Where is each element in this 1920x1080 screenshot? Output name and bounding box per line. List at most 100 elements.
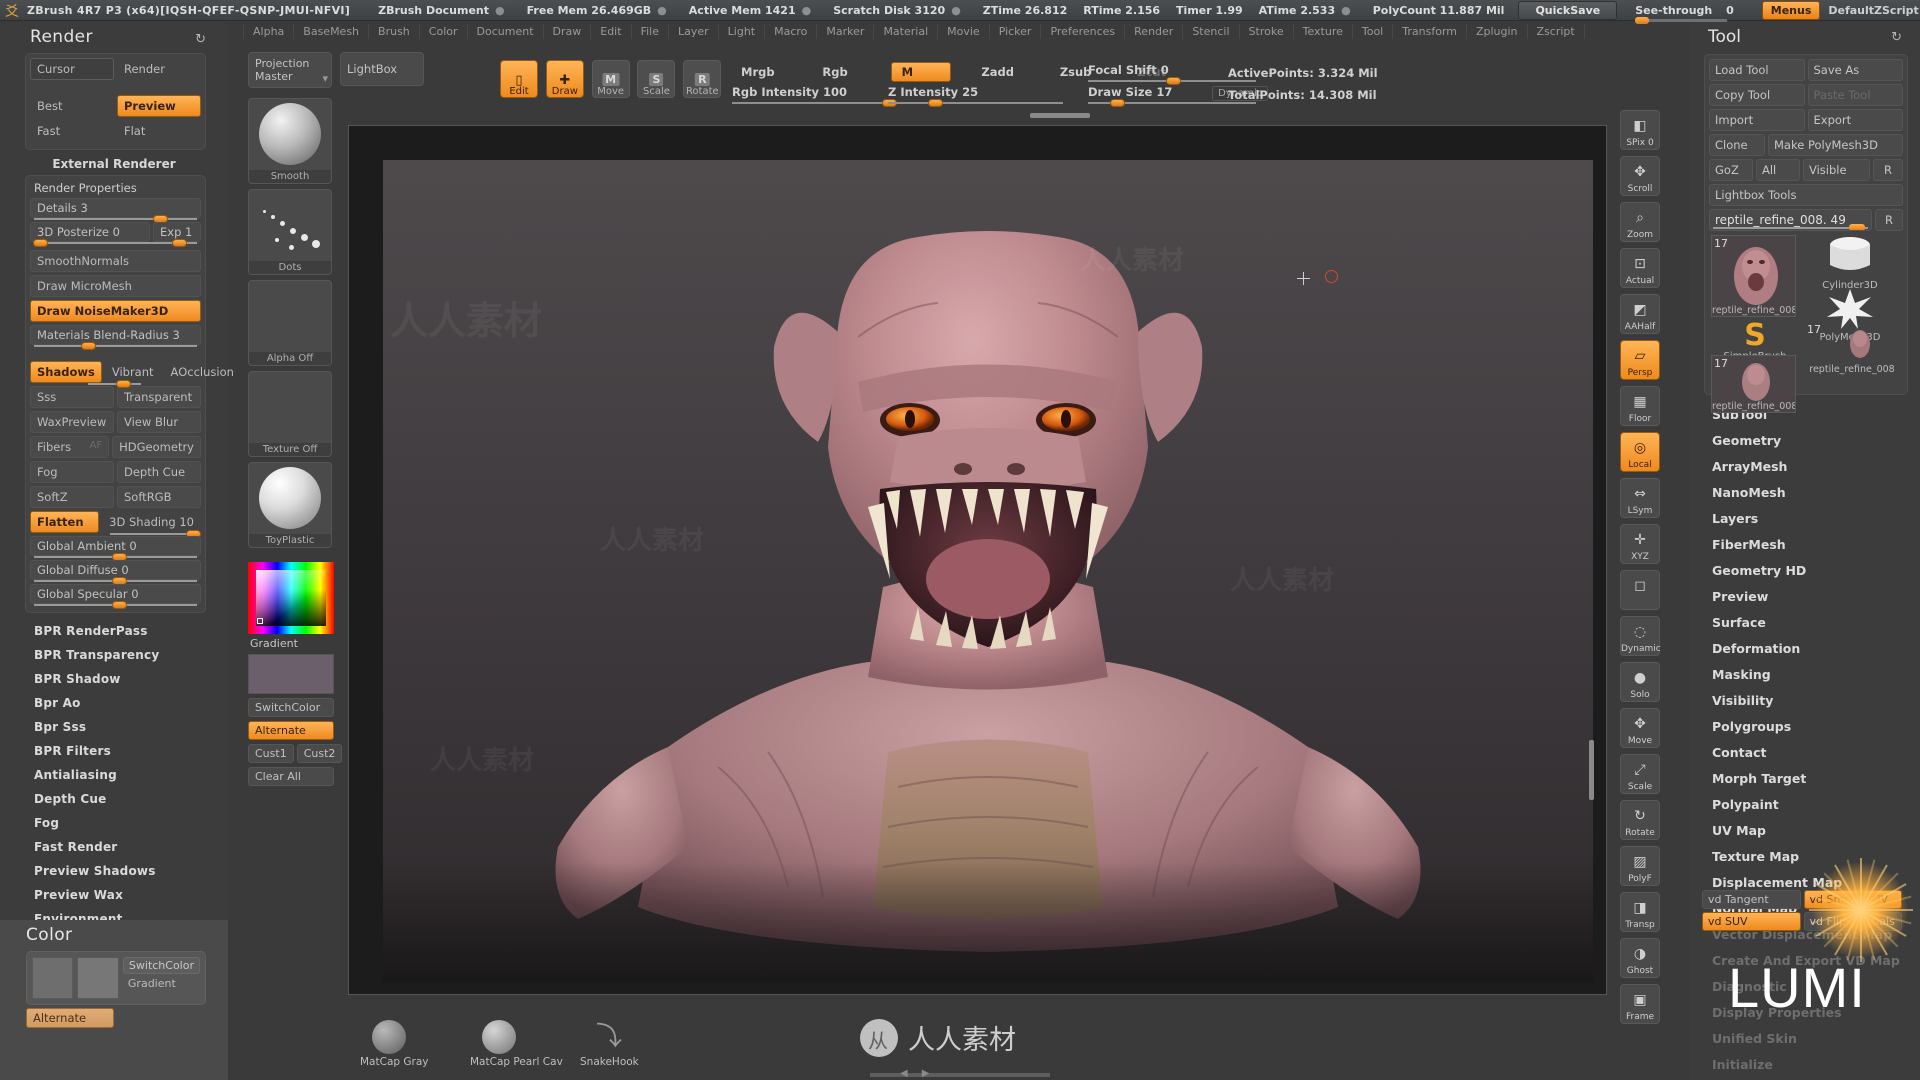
- global-specular-slider[interactable]: Global Specular 0: [30, 584, 201, 609]
- gradient-button[interactable]: Gradient: [123, 974, 200, 993]
- render-section-bpr-sss[interactable]: Bpr Sss: [34, 715, 228, 739]
- shadows-button[interactable]: Shadows: [30, 361, 102, 383]
- menu-item-light[interactable]: Light: [719, 24, 766, 39]
- tool-section-geometry[interactable]: Geometry: [1712, 427, 1920, 453]
- menu-item-alpha[interactable]: Alpha: [243, 24, 295, 39]
- actual-size-icon[interactable]: ⊡ Actual: [1620, 248, 1660, 288]
- m-button[interactable]: M: [890, 62, 951, 82]
- sss-button[interactable]: Sss: [30, 386, 114, 408]
- render-section-depth-cue[interactable]: Depth Cue: [34, 787, 228, 811]
- rotate-icon[interactable]: ↻ Rotate: [1620, 800, 1660, 840]
- bpr-icon[interactable]: ◧ SPix 0: [1620, 110, 1660, 150]
- render-section-preview-wax[interactable]: Preview Wax: [34, 883, 228, 907]
- vibrant-knob[interactable]: [116, 380, 131, 388]
- secondary-color-swatch[interactable]: [77, 957, 119, 999]
- clear-all-button[interactable]: Clear All: [248, 767, 334, 786]
- primary-color-swatch[interactable]: [32, 957, 74, 999]
- rotate-mode-button[interactable]: R Rotate: [683, 60, 722, 98]
- switchcolor-button[interactable]: SwitchColor: [122, 957, 200, 974]
- menu-item-document[interactable]: Document: [468, 24, 544, 39]
- menu-item-preferences[interactable]: Preferences: [1041, 24, 1126, 39]
- focal-shift-slider[interactable]: Focal Shift 0: [1088, 63, 1256, 85]
- tool-section-contact[interactable]: Contact: [1712, 739, 1920, 765]
- cust2-button[interactable]: Cust2: [296, 744, 343, 763]
- tool-section-polypaint[interactable]: Polypaint: [1712, 791, 1920, 817]
- zoom-icon[interactable]: ⌕ Zoom: [1620, 202, 1660, 242]
- rgb-button[interactable]: Rgb: [811, 62, 858, 82]
- render-section-bpr-ao[interactable]: Bpr Ao: [34, 691, 228, 715]
- draw-mode-button[interactable]: ✚ Draw: [545, 60, 584, 98]
- projection-master-button[interactable]: Projection Master ▾: [248, 52, 332, 88]
- menus-button[interactable]: Menus: [1761, 0, 1821, 20]
- import-button[interactable]: Import: [1709, 109, 1805, 131]
- tool-section-visibility[interactable]: Visibility: [1712, 687, 1920, 713]
- tool-section-uv-map[interactable]: UV Map: [1712, 817, 1920, 843]
- all-button[interactable]: All: [1756, 159, 1800, 181]
- make-polymesh3d-button[interactable]: Make PolyMesh3D: [1768, 134, 1903, 156]
- render-button[interactable]: Render: [117, 58, 201, 80]
- tool-section-layers[interactable]: Layers: [1712, 505, 1920, 531]
- menu-item-tool[interactable]: Tool: [1353, 24, 1394, 39]
- menu-item-layer[interactable]: Layer: [669, 24, 719, 39]
- draw-micromesh-button[interactable]: Draw MicroMesh: [30, 275, 201, 297]
- vibrant-slider[interactable]: Vibrant: [105, 361, 161, 383]
- menu-item-zplugin[interactable]: Zplugin: [1467, 24, 1528, 39]
- stroke-selector[interactable]: Dots: [248, 189, 332, 275]
- scroll-icon[interactable]: ✥ Scroll: [1620, 156, 1660, 196]
- export-button[interactable]: Export: [1807, 109, 1903, 131]
- render-section-antialiasing[interactable]: Antialiasing: [34, 763, 228, 787]
- z-intensity-slider[interactable]: Z Intensity 25: [888, 85, 1063, 107]
- bottom-scrollbar[interactable]: [870, 1073, 1050, 1077]
- canvas-vertical-scrollbar[interactable]: [1589, 740, 1594, 800]
- quicksave-button[interactable]: QuickSave: [1518, 0, 1618, 20]
- fibers-button[interactable]: Fibers AF: [30, 436, 110, 458]
- frame-icon[interactable]: ◻: [1620, 570, 1660, 610]
- save-as-button[interactable]: Save As: [1807, 59, 1903, 81]
- copy-tool-button[interactable]: Copy Tool: [1709, 84, 1805, 106]
- zadd-button[interactable]: Zadd: [970, 62, 1025, 82]
- posterize-knob[interactable]: [33, 239, 49, 247]
- tool-section-unified-skin[interactable]: Unified Skin: [1712, 1025, 1920, 1051]
- tool-section-preview[interactable]: Preview: [1712, 583, 1920, 609]
- scale-mode-button[interactable]: S Scale: [637, 60, 676, 98]
- posterize-slider[interactable]: 3D Posterize 0 Exp 1: [30, 222, 201, 247]
- lightbox-tools-button[interactable]: Lightbox Tools: [1709, 184, 1903, 206]
- refresh-icon[interactable]: ↻: [195, 32, 206, 47]
- color-wheel[interactable]: [248, 562, 334, 634]
- fog-button[interactable]: Fog: [30, 461, 114, 483]
- material-selector[interactable]: ToyPlastic: [248, 462, 332, 548]
- tool-section-surface[interactable]: Surface: [1712, 609, 1920, 635]
- load-tool-button[interactable]: Load Tool: [1709, 59, 1805, 81]
- dynamic-icon[interactable]: ◌ Dynamic: [1620, 616, 1661, 656]
- cust1-button[interactable]: Cust1: [248, 744, 294, 763]
- active-color-swatch[interactable]: [248, 654, 334, 694]
- menu-item-edit[interactable]: Edit: [591, 24, 632, 39]
- softrgb-button[interactable]: SoftRGB: [117, 486, 201, 508]
- ghost-icon[interactable]: ◑ Ghost: [1620, 938, 1660, 978]
- xyz-axis-icon[interactable]: ✛ XYZ: [1620, 524, 1660, 564]
- quickbar-item[interactable]: MatCap Gray: [360, 1020, 428, 1068]
- focal-shift-knob[interactable]: [1166, 77, 1181, 85]
- perspective-icon[interactable]: ▱ Persp: [1620, 340, 1660, 380]
- menu-item-transform[interactable]: Transform: [1393, 24, 1467, 39]
- best-button[interactable]: Best: [30, 95, 114, 117]
- menu-item-zscript[interactable]: Zscript: [1528, 24, 1585, 39]
- tool-section-polygroups[interactable]: Polygroups: [1712, 713, 1920, 739]
- render-section-fast-render[interactable]: Fast Render: [34, 835, 228, 859]
- tool-section-deformation[interactable]: Deformation: [1712, 635, 1920, 661]
- menu-item-stroke[interactable]: Stroke: [1240, 24, 1294, 39]
- draw-size-knob[interactable]: [1110, 99, 1125, 107]
- bottom-scroll-arrows[interactable]: ◀▶: [900, 1068, 943, 1079]
- menu-item-marker[interactable]: Marker: [817, 24, 875, 39]
- menu-item-movie[interactable]: Movie: [938, 24, 990, 39]
- menu-item-picker[interactable]: Picker: [990, 24, 1042, 39]
- tool-section-arraymesh[interactable]: ArrayMesh: [1712, 453, 1920, 479]
- floor-grid-icon[interactable]: ▦ Floor: [1620, 386, 1660, 426]
- local-transform-icon[interactable]: ◎ Local: [1620, 432, 1660, 472]
- menu-item-macro[interactable]: Macro: [765, 24, 818, 39]
- menu-item-file[interactable]: File: [632, 24, 669, 39]
- mrgb-button[interactable]: Mrgb: [730, 62, 786, 82]
- materials-blend-radius-slider[interactable]: Materials Blend-Radius 3: [30, 325, 201, 350]
- alternate-shelf-button[interactable]: Alternate: [248, 721, 334, 740]
- transparency-icon[interactable]: ◨ Transp: [1620, 892, 1660, 932]
